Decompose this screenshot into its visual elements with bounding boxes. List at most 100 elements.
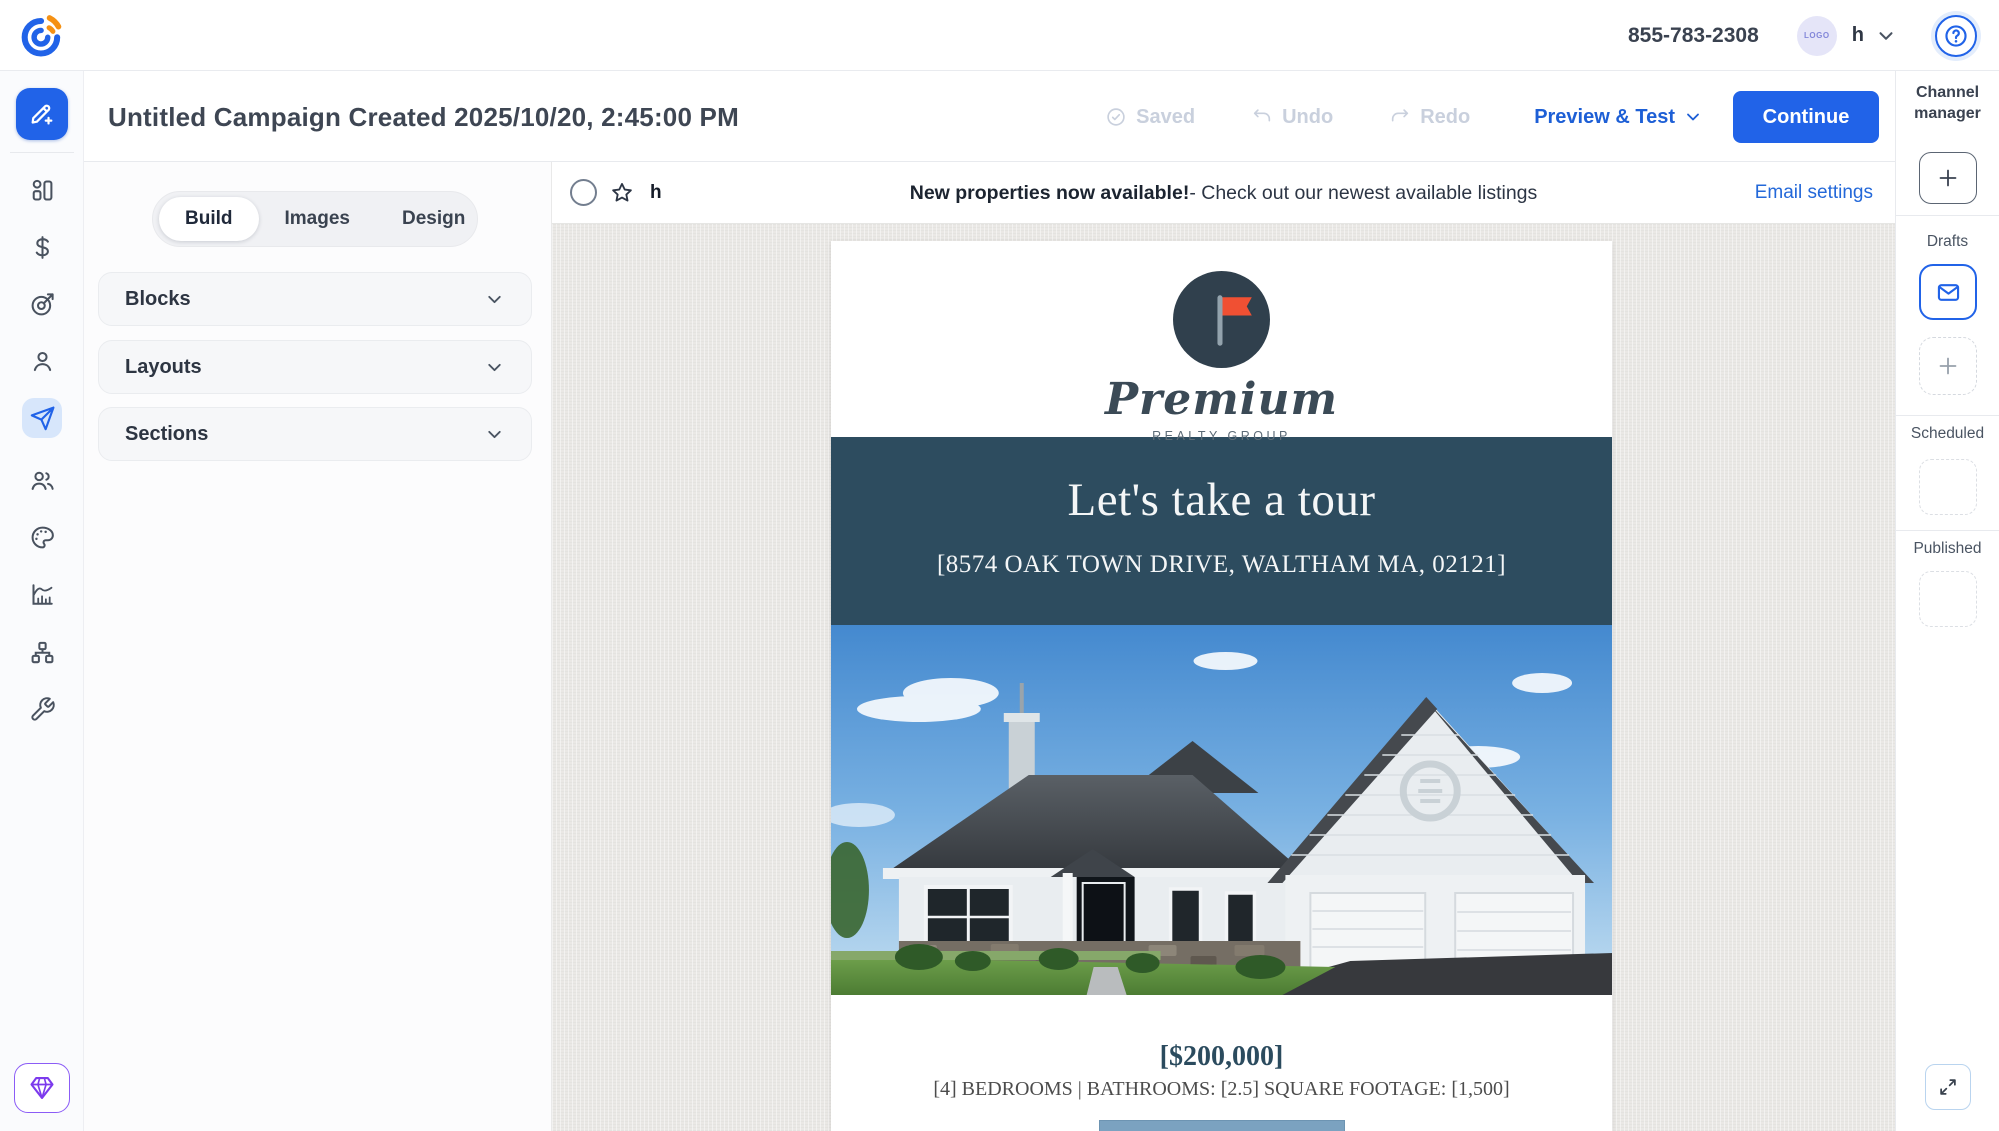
help-button[interactable] (1935, 15, 1977, 57)
support-phone[interactable]: 855-783-2308 (1628, 24, 1759, 48)
sender-name: h (650, 162, 662, 224)
rail-item-contacts[interactable] (22, 341, 62, 381)
rail-item-tools[interactable] (22, 689, 62, 729)
chart-icon (29, 581, 56, 608)
app-window: 855-783-2308 LOGO h Untitled Campaign (0, 0, 1999, 1131)
email-settings-link[interactable]: Email settings (1755, 162, 1873, 224)
wrench-icon (29, 696, 56, 723)
redo-button[interactable]: Redo (1389, 106, 1470, 129)
brand-tagline: REALTY GROUP (1152, 429, 1291, 443)
chevron-down-icon (1683, 107, 1703, 127)
account-chevron-down-icon[interactable] (1875, 25, 1897, 47)
add-channel-button[interactable] (1919, 152, 1977, 204)
star-icon (609, 180, 635, 206)
tab-build[interactable]: Build (159, 197, 259, 241)
listing-price: [$200,000] (831, 995, 1612, 1073)
rail-item-reporting[interactable] (22, 574, 62, 614)
undo-icon (1251, 106, 1273, 128)
redo-icon (1389, 106, 1411, 128)
accordion-sections[interactable]: Sections (98, 407, 532, 461)
chevron-down-icon (484, 357, 505, 378)
undo-button[interactable]: Undo (1251, 106, 1333, 129)
channel-manager-sidebar: Channel manager Drafts Scheduled Publish… (1895, 71, 1999, 1131)
editor-left-panel: Build Images Design Blocks Layouts Secti… (84, 162, 552, 1131)
sidebar-divider (1896, 530, 1999, 531)
dashboard-icon (29, 177, 56, 204)
email-canvas: h New properties now available! - Check … (552, 162, 1895, 1131)
favorite-star-button[interactable] (609, 180, 635, 206)
rail-item-automation[interactable] (22, 632, 62, 672)
paper-plane-icon (29, 405, 56, 432)
dollar-icon (29, 234, 56, 261)
question-icon (1943, 23, 1969, 49)
accordion-layouts-label: Layouts (125, 356, 202, 379)
plus-icon (1936, 354, 1960, 378)
redo-label: Redo (1420, 106, 1470, 129)
email-logo-block[interactable]: Premium REALTY GROUP (831, 241, 1612, 437)
hero-address: [8574 OAK TOWN DRIVE, WALTHAM MA, 02121] (831, 551, 1612, 579)
rail-divider (10, 152, 74, 153)
brand-name: Premium (1105, 374, 1338, 425)
saved-label: Saved (1136, 106, 1195, 129)
subject-text: New properties now available! (910, 182, 1190, 205)
rail-item-billing[interactable] (22, 227, 62, 267)
preview-text: - Check out our newest available listing… (1189, 182, 1537, 205)
pencil-plus-icon (28, 100, 56, 128)
saved-status: Saved (1105, 106, 1195, 129)
rail-item-campaigns[interactable] (22, 398, 62, 438)
upgrade-button[interactable] (14, 1063, 70, 1113)
palette-icon (29, 524, 56, 551)
tab-design[interactable]: Design (376, 197, 491, 241)
sidebar-divider (1896, 215, 1999, 216)
scheduled-placeholder (1919, 459, 1977, 515)
constant-contact-logo-icon[interactable] (16, 8, 68, 60)
account-menu-label[interactable]: h (1852, 24, 1864, 47)
subject-row: h New properties now available! - Check … (552, 162, 1895, 224)
subject-line[interactable]: New properties now available! - Check ou… (910, 162, 1538, 224)
draft-email-thumbnail[interactable] (1919, 264, 1977, 320)
add-draft-button[interactable] (1919, 337, 1977, 395)
chevron-down-icon (484, 289, 505, 310)
accordion-blocks[interactable]: Blocks (98, 272, 532, 326)
email-hero-banner[interactable]: Let's take a tour [8574 OAK TOWN DRIVE, … (831, 437, 1612, 625)
campaign-title[interactable]: Untitled Campaign Created 2025/10/20, 2:… (108, 72, 739, 162)
top-bar: 855-783-2308 LOGO h (0, 0, 1999, 71)
rail-item-goals[interactable] (22, 284, 62, 324)
expand-sidebar-button[interactable] (1925, 1064, 1971, 1110)
house-illustration (831, 625, 1612, 995)
listing-cta-button[interactable] (1099, 1120, 1345, 1131)
rail-item-dashboard[interactable] (22, 170, 62, 210)
undo-label: Undo (1282, 106, 1333, 129)
scheduled-label: Scheduled (1896, 425, 1999, 443)
published-label: Published (1896, 540, 1999, 558)
canvas-background: Premium REALTY GROUP Let's take a tour [… (552, 224, 1895, 1131)
accordion-blocks-label: Blocks (125, 288, 191, 311)
preview-test-button[interactable]: Preview & Test (1534, 106, 1703, 129)
target-arrow-icon (29, 291, 56, 318)
check-circle-icon (1105, 106, 1127, 128)
rail-item-branding[interactable] (22, 517, 62, 557)
account-logo-badge[interactable]: LOGO (1797, 16, 1837, 56)
plus-icon (1936, 166, 1960, 190)
preview-test-label: Preview & Test (1534, 106, 1675, 129)
rail-item-audience[interactable] (22, 460, 62, 500)
listing-info-block[interactable]: [$200,000] [4] BEDROOMS | BATHROOMS: [2.… (831, 995, 1612, 1131)
envelope-icon (1935, 279, 1962, 306)
diamond-icon (28, 1074, 56, 1102)
person-icon (29, 348, 56, 375)
create-campaign-button[interactable] (16, 88, 68, 140)
hero-title: Let's take a tour (831, 437, 1612, 527)
sitemap-icon (29, 639, 56, 666)
people-icon (29, 467, 56, 494)
tab-images[interactable]: Images (259, 197, 376, 241)
listing-details: [4] BEDROOMS | BATHROOMS: [2.5] SQUARE F… (831, 1078, 1612, 1101)
brand-flag-icon (1173, 271, 1270, 368)
accordion-layouts[interactable]: Layouts (98, 340, 532, 394)
property-photo[interactable] (831, 625, 1612, 995)
sidebar-divider (1896, 415, 1999, 416)
published-placeholder (1919, 571, 1977, 627)
select-circle[interactable] (570, 179, 597, 206)
top-bar-right-cluster: 855-783-2308 LOGO h (1628, 0, 1977, 71)
panel-tabs: Build Images Design (152, 191, 478, 247)
continue-button[interactable]: Continue (1733, 91, 1879, 143)
